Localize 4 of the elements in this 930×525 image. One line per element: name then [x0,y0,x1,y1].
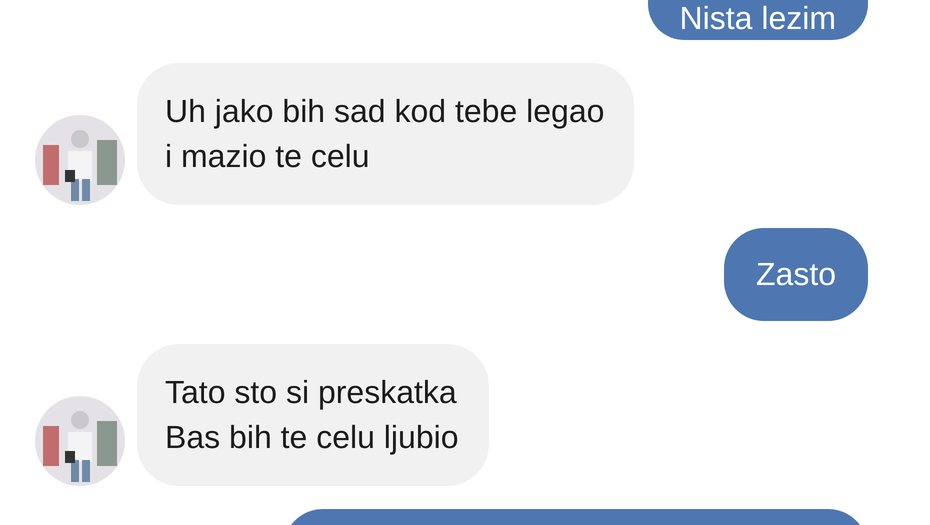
sent-message-bubble: Nista lezim [648,0,868,40]
received-message-bubble: Tato sto si preskatka Bas bih te celu ljubio [137,344,489,486]
sent-message-bubble: Zasto [724,228,868,321]
received-message-bubble: Uh jako bih sad kod tebe legao i mazio te celu [137,63,634,205]
